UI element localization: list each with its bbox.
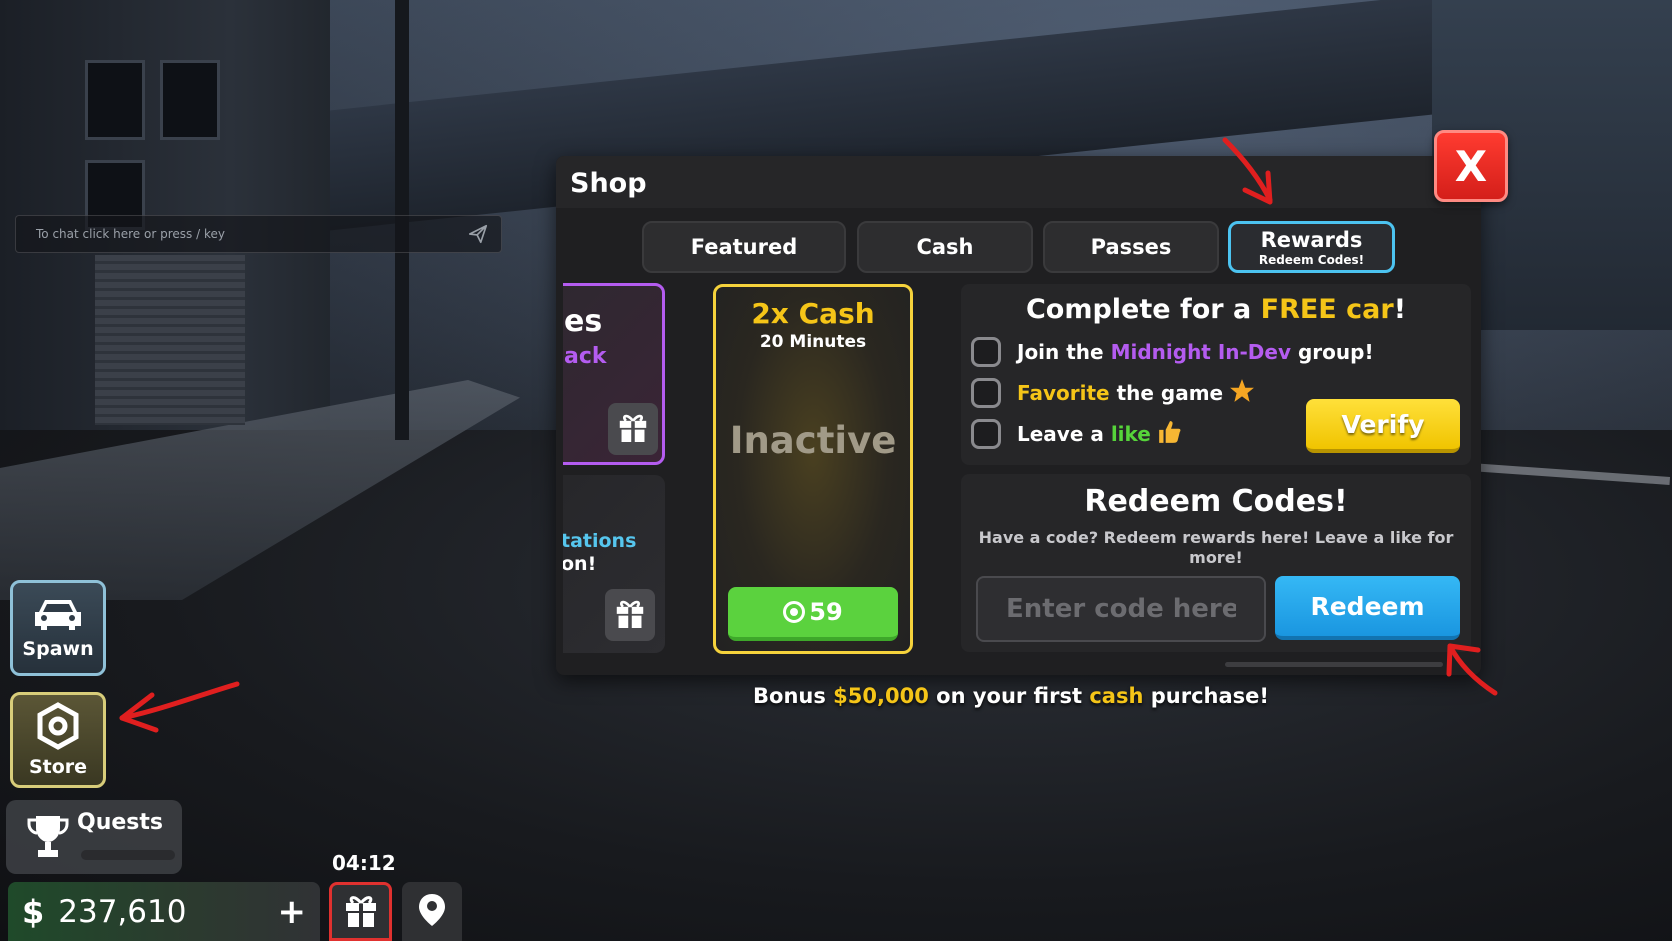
boost-title: 2x Cash — [751, 297, 875, 330]
robux-icon — [783, 601, 806, 623]
free-car-title-suffix: ! — [1393, 294, 1407, 325]
product-card-partial: tations on! — [563, 475, 665, 653]
chat-bar[interactable]: To chat click here or press / key — [15, 215, 502, 253]
store-label: Store — [28, 756, 88, 778]
quests-progress-bar — [81, 850, 175, 860]
product-card-subtitle: ack — [564, 344, 607, 369]
product-card-subtitle: on! — [563, 553, 597, 575]
tab-featured[interactable]: Featured — [642, 221, 846, 273]
gift-purchase-button[interactable] — [605, 589, 655, 641]
quests-button[interactable]: Quests — [6, 800, 182, 874]
map-button[interactable] — [402, 882, 462, 941]
task-join-group: Join the Midnight In-Dev group! — [971, 334, 1374, 370]
redeem-codes-panel: Redeem Codes! Have a code? Redeem reward… — [961, 474, 1471, 652]
task-leave-like: Leave a like — [971, 416, 1183, 452]
tab-passes[interactable]: Passes — [1043, 221, 1219, 273]
product-card-title: es — [564, 304, 603, 339]
garage-door — [95, 255, 245, 425]
boost-duration: 20 Minutes — [759, 332, 867, 352]
bonus-mid: on your first — [928, 684, 1090, 708]
gift-timer: 04:12 — [332, 851, 396, 875]
trophy-icon — [26, 814, 70, 864]
spawn-button[interactable]: Spawn — [10, 580, 106, 676]
free-car-panel: Complete for a FREE car! Join the Midnig… — [961, 284, 1471, 465]
verify-button[interactable]: Verify — [1306, 399, 1460, 453]
product-card-title: tations — [563, 530, 637, 552]
dollar-icon: $ — [22, 892, 45, 931]
tab-label: Passes — [1090, 235, 1172, 259]
task-text: Leave a like — [1017, 422, 1151, 446]
task-text: Favorite the game — [1017, 381, 1224, 405]
task-checkbox[interactable] — [971, 378, 1001, 408]
tab-sublabel: Redeem Codes! — [1258, 252, 1365, 267]
free-car-title-prefix: Complete for a — [1025, 294, 1261, 325]
boost-price: 59 — [809, 598, 843, 626]
bonus-post: purchase! — [1143, 684, 1269, 708]
task-favorite-game: Favorite the game — [971, 375, 1255, 411]
car-icon — [31, 596, 85, 636]
shop-header: Shop — [556, 156, 1481, 208]
shop-title: Shop — [570, 168, 647, 199]
shop-scrollbar[interactable] — [1225, 662, 1443, 667]
close-button[interactable]: X — [1434, 130, 1508, 202]
product-card-partial: es ack — [563, 283, 665, 465]
tab-rewards[interactable]: Rewards Redeem Codes! — [1228, 221, 1395, 273]
gift-purchase-button[interactable] — [608, 403, 658, 455]
gift-icon — [618, 411, 648, 447]
redeem-description: Have a code? Redeem rewards here! Leave … — [978, 528, 1454, 567]
free-car-title-highlight: FREE car — [1260, 294, 1394, 325]
thumbs-up-icon — [1157, 419, 1183, 449]
quests-label: Quests — [77, 810, 163, 835]
task-checkbox[interactable] — [971, 419, 1001, 449]
send-icon[interactable] — [467, 223, 489, 245]
gift-icon — [615, 597, 645, 633]
money-display: $ 237,610 + — [8, 882, 320, 941]
redeem-button[interactable]: Redeem — [1275, 576, 1460, 640]
first-purchase-bonus-text: Bonus $50,000 on your first cash purchas… — [0, 684, 1672, 708]
bonus-amount: $50,000 — [833, 684, 929, 708]
gift-button[interactable] — [329, 882, 392, 941]
tab-label: Cash — [916, 235, 974, 259]
map-pin-icon — [418, 893, 446, 931]
star-icon — [1229, 378, 1255, 408]
boost-buy-button[interactable]: 59 — [728, 587, 898, 641]
chat-placeholder: To chat click here or press / key — [36, 227, 225, 241]
money-value: 237,610 — [58, 893, 187, 930]
bonus-word: cash — [1089, 684, 1144, 708]
product-scroll-area[interactable]: es ack tations on! — [563, 283, 668, 653]
add-money-button[interactable]: + — [278, 892, 307, 932]
gift-icon — [344, 892, 378, 932]
code-input[interactable] — [976, 576, 1266, 642]
free-car-title: Complete for a FREE car! — [961, 294, 1471, 325]
redeem-title: Redeem Codes! — [1084, 484, 1348, 519]
tab-cash[interactable]: Cash — [857, 221, 1033, 273]
task-text: Join the Midnight In-Dev group! — [1017, 340, 1374, 364]
boost-status: Inactive — [729, 419, 897, 462]
roblox-hexagon-icon — [34, 702, 82, 754]
tab-label: Featured — [690, 235, 798, 259]
bonus-pre: Bonus — [753, 684, 834, 708]
task-checkbox[interactable] — [971, 337, 1001, 367]
spawn-label: Spawn — [22, 638, 94, 660]
tab-label: Rewards — [1260, 227, 1363, 252]
boost-card-2x-cash: 2x Cash 20 Minutes Inactive 59 — [713, 284, 913, 654]
